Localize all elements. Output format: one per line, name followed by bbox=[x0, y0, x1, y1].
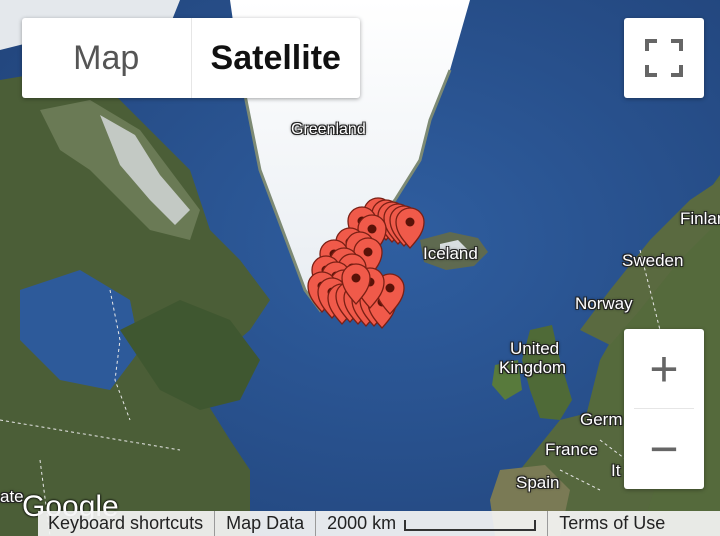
label-spain: Spain bbox=[516, 473, 560, 492]
terms-of-use-link[interactable]: Terms of Use bbox=[547, 511, 676, 536]
fullscreen-button[interactable] bbox=[624, 18, 704, 98]
map-type-control: Map Satellite bbox=[22, 18, 360, 98]
label-italy: It bbox=[611, 461, 621, 480]
label-finland: Finlan bbox=[680, 209, 720, 228]
label-iceland: Iceland bbox=[423, 244, 478, 263]
label-sweden: Sweden bbox=[622, 251, 684, 270]
label-greenland: Greenland bbox=[291, 121, 366, 138]
zoom-in-button[interactable]: + bbox=[624, 329, 704, 409]
map-data-link[interactable]: Map Data bbox=[214, 511, 315, 536]
label-uk-line2: Kingdom bbox=[499, 358, 567, 377]
label-uk-line1: United bbox=[510, 339, 560, 358]
label-germany: Germ bbox=[580, 410, 623, 429]
fullscreen-icon bbox=[645, 39, 683, 77]
scale-bar bbox=[404, 520, 537, 531]
label-norway: Norway bbox=[575, 294, 633, 313]
label-france: France bbox=[545, 440, 598, 459]
zoom-out-button[interactable]: − bbox=[624, 409, 704, 489]
label-states: ate bbox=[0, 487, 24, 506]
attribution-bar: Keyboard shortcuts Map Data 2000 km Term… bbox=[38, 511, 720, 536]
scale-label: 2000 km bbox=[327, 513, 397, 533]
keyboard-shortcuts-link[interactable]: Keyboard shortcuts bbox=[38, 511, 214, 536]
map-type-map-button[interactable]: Map bbox=[22, 18, 192, 98]
zoom-control: + − bbox=[624, 329, 704, 489]
map-type-satellite-button[interactable]: Satellite bbox=[192, 18, 361, 98]
scale-control[interactable]: 2000 km bbox=[315, 511, 547, 536]
